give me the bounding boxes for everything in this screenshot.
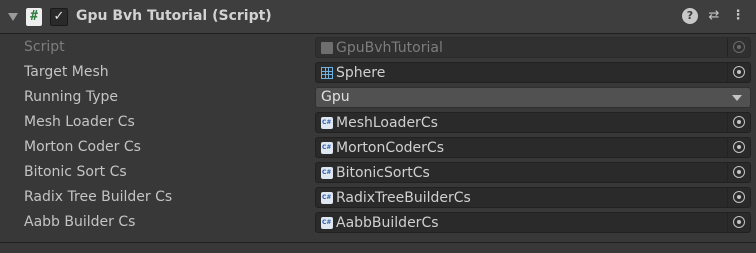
script-object-field: GpuBvhTutorial — [315, 37, 751, 58]
target-mesh-field[interactable]: Sphere — [315, 62, 751, 83]
object-picker-button[interactable] — [727, 188, 750, 207]
object-field-value: MeshLoaderCs — [336, 115, 438, 131]
property-row-morton-coder-cs: Morton Coder Cs MortonCoderCs — [0, 135, 756, 160]
mesh-loader-cs-field[interactable]: MeshLoaderCs — [315, 112, 751, 133]
context-menu-icon[interactable]: ⋮ — [730, 8, 746, 24]
object-field-value: RadixTreeBuilderCs — [336, 190, 471, 206]
object-picker-icon — [733, 141, 745, 153]
compute-shader-icon — [321, 167, 333, 179]
object-picker-icon — [733, 41, 745, 53]
property-label: Radix Tree Builder Cs — [24, 189, 173, 205]
object-field-value: Sphere — [336, 65, 386, 81]
aabb-builder-cs-field[interactable]: AabbBuilderCs — [315, 212, 751, 233]
object-picker-button[interactable] — [727, 213, 750, 232]
script-file-icon — [321, 42, 333, 54]
component-title: Gpu Bvh Tutorial (Script) — [76, 8, 272, 24]
property-row-running-type: Running Type Gpu — [0, 85, 756, 110]
compute-shader-icon — [321, 117, 333, 129]
property-label: Running Type — [24, 89, 118, 105]
component-enabled-checkbox[interactable]: ✓ — [50, 8, 68, 26]
radix-tree-builder-cs-field[interactable]: RadixTreeBuilderCs — [315, 187, 751, 208]
object-picker-icon — [733, 166, 745, 178]
object-field-value: AabbBuilderCs — [336, 215, 439, 231]
object-picker-icon — [733, 216, 745, 228]
presets-icon[interactable]: ⇄ — [706, 8, 722, 24]
compute-shader-icon — [321, 142, 333, 154]
compute-shader-icon — [321, 217, 333, 229]
object-field-value: BitonicSortCs — [336, 165, 430, 181]
property-row-mesh-loader-cs: Mesh Loader Cs MeshLoaderCs — [0, 110, 756, 135]
property-row-aabb-builder-cs: Aabb Builder Cs AabbBuilderCs — [0, 210, 756, 235]
object-picker-icon — [733, 116, 745, 128]
morton-coder-cs-field[interactable]: MortonCoderCs — [315, 137, 751, 158]
object-field-value: MortonCoderCs — [336, 140, 444, 156]
property-list: Script GpuBvhTutorial Target Mesh Sphere… — [0, 35, 756, 235]
object-picker-button[interactable] — [727, 113, 750, 132]
object-picker-button — [727, 38, 750, 57]
compute-shader-icon — [321, 192, 333, 204]
help-icon[interactable]: ? — [682, 8, 698, 24]
property-label: Mesh Loader Cs — [24, 114, 135, 130]
script-icon: # — [26, 8, 42, 26]
component-header[interactable]: # ✓ Gpu Bvh Tutorial (Script) ? ⇄ ⋮ — [0, 0, 756, 34]
property-row-bitonic-sort-cs: Bitonic Sort Cs BitonicSortCs — [0, 160, 756, 185]
foldout-arrow-icon[interactable] — [8, 13, 18, 21]
object-picker-button[interactable] — [727, 138, 750, 157]
object-picker-button[interactable] — [727, 163, 750, 182]
property-row-script: Script GpuBvhTutorial — [0, 35, 756, 60]
property-row-radix-tree-builder-cs: Radix Tree Builder Cs RadixTreeBuilderCs — [0, 185, 756, 210]
property-row-target-mesh: Target Mesh Sphere — [0, 60, 756, 85]
property-label: Morton Coder Cs — [24, 139, 141, 155]
dropdown-selected-value: Gpu — [321, 89, 350, 105]
mesh-icon — [321, 67, 333, 79]
object-picker-button[interactable] — [727, 63, 750, 82]
property-label: Script — [24, 39, 65, 55]
object-picker-icon — [733, 66, 745, 78]
object-field-value: GpuBvhTutorial — [336, 40, 443, 56]
bitonic-sort-cs-field[interactable]: BitonicSortCs — [315, 162, 751, 183]
chevron-down-icon — [732, 95, 742, 101]
object-picker-icon — [733, 191, 745, 203]
property-label: Target Mesh — [24, 64, 109, 80]
divider — [0, 242, 756, 243]
property-label: Aabb Builder Cs — [24, 214, 136, 230]
property-label: Bitonic Sort Cs — [24, 164, 127, 180]
running-type-dropdown[interactable]: Gpu — [315, 87, 751, 108]
